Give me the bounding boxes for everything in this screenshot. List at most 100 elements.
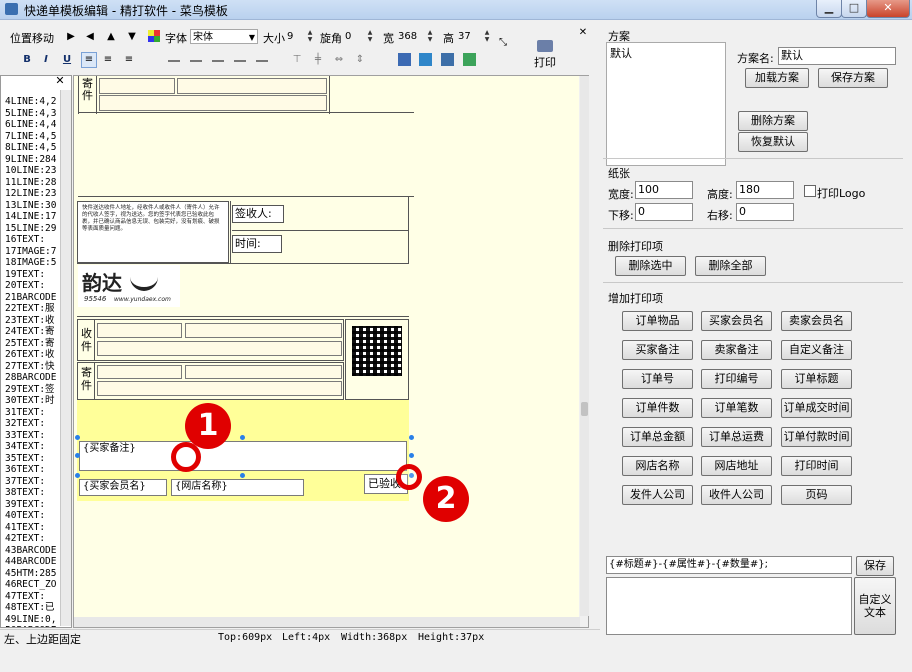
add-item-button[interactable]: 打印时间 <box>781 456 852 476</box>
width-spinner-icon[interactable]: ▲ ▼ <box>426 29 434 44</box>
close-button[interactable]: ✕ <box>866 0 910 18</box>
list-item[interactable]: 10LINE:23 <box>1 165 61 177</box>
resize-handle[interactable] <box>75 435 80 440</box>
line-style-icon[interactable] <box>168 60 180 62</box>
list-item[interactable]: 47TEXT: <box>1 591 61 603</box>
list-item[interactable]: 38TEXT: <box>1 487 61 499</box>
add-item-button[interactable]: 自定义备注 <box>781 340 852 360</box>
list-item[interactable]: 16TEXT: <box>1 234 61 246</box>
list-item[interactable]: 29TEXT:签 <box>1 384 61 396</box>
add-item-button[interactable]: 发件人公司 <box>622 485 693 505</box>
sender-address-field[interactable] <box>99 95 327 111</box>
size-input[interactable]: 9 <box>285 29 305 44</box>
custom-text-area[interactable] <box>606 577 852 635</box>
list-item[interactable]: 37TEXT: <box>1 476 61 488</box>
notice-box[interactable]: 快件送达收件人地址，经收件人或收件人（寄件人）允许的代收人签字，视为送达。您的签… <box>77 201 229 263</box>
list-item[interactable]: 15LINE:29 <box>1 223 61 235</box>
line-style-icon[interactable] <box>190 60 202 62</box>
add-item-button[interactable]: 订单总金额 <box>622 427 693 447</box>
list-item[interactable]: 46RECT_ZO <box>1 579 61 591</box>
close-toolbar-icon[interactable]: ✕ <box>576 26 590 40</box>
add-item-button[interactable]: 订单标题 <box>781 369 852 389</box>
list-item[interactable]: 34TEXT: <box>1 441 61 453</box>
add-item-button[interactable]: 收件人公司 <box>701 485 772 505</box>
resize-handle[interactable] <box>75 473 80 478</box>
arrow-left-icon[interactable]: ◀ <box>83 30 97 44</box>
maximize-button[interactable]: □ <box>841 0 867 18</box>
list-item[interactable]: 25TEXT:寄 <box>1 338 61 350</box>
list-item[interactable]: 30TEXT:时 <box>1 395 61 407</box>
color-grid-icon[interactable] <box>148 30 160 42</box>
add-item-button[interactable]: 页码 <box>781 485 852 505</box>
list-item[interactable]: 26TEXT:收 <box>1 349 61 361</box>
sender2-name-field[interactable] <box>97 365 182 379</box>
list-item[interactable]: 45HTM:285 <box>1 568 61 580</box>
sender-name-field[interactable] <box>99 78 175 94</box>
add-item-button[interactable]: 订单成交时间 <box>781 398 852 418</box>
add-item-button[interactable]: 买家会员名 <box>701 311 772 331</box>
sender-label[interactable]: 寄件 <box>79 78 96 112</box>
minimize-button[interactable]: ▁ <box>816 0 842 18</box>
resize-handle[interactable] <box>240 473 245 478</box>
align-top-icon[interactable]: ⊤ <box>290 53 304 67</box>
add-item-button[interactable]: 网店名称 <box>622 456 693 476</box>
add-item-button[interactable]: 买家备注 <box>622 340 693 360</box>
list-item[interactable]: 24TEXT:寄 <box>1 326 61 338</box>
align-right-icon[interactable]: ≡ <box>122 53 136 67</box>
list-item[interactable]: 21BARCODE <box>1 292 61 304</box>
add-item-button[interactable]: 订单总运费 <box>701 427 772 447</box>
list-item[interactable]: 20TEXT: <box>1 280 61 292</box>
rotate-input[interactable]: 0 <box>343 29 363 44</box>
printer-icon[interactable] <box>537 40 553 52</box>
resize-icon[interactable]: ⤡ <box>496 36 510 50</box>
same-width-icon[interactable]: ⇔ <box>332 53 346 67</box>
list-item[interactable]: 48TEXT:已 <box>1 602 61 614</box>
book-icon[interactable] <box>463 53 476 66</box>
list-item[interactable]: 19TEXT: <box>1 269 61 281</box>
list-item[interactable]: 7LINE:4,5 <box>1 131 61 143</box>
resize-handle[interactable] <box>240 435 245 440</box>
same-height-icon[interactable]: ⇕ <box>353 53 367 67</box>
list-item[interactable]: 43BARCODE <box>1 545 61 557</box>
list-item[interactable]: 13LINE:30 <box>1 200 61 212</box>
list-item[interactable]: 50BARCODE <box>1 625 61 627</box>
font-select[interactable]: 宋体 ▼ <box>190 29 258 44</box>
height-input[interactable]: 37 <box>456 29 478 44</box>
list-item[interactable]: 11LINE:28 <box>1 177 61 189</box>
width-input[interactable]: 368 <box>396 29 422 44</box>
copy-icon[interactable] <box>398 53 411 66</box>
arrow-up-icon[interactable]: ▲ <box>104 30 118 44</box>
list-item[interactable]: 6LINE:4,4 <box>1 119 61 131</box>
list-item[interactable]: 27TEXT:快 <box>1 361 61 373</box>
line-style-icon[interactable] <box>234 60 246 62</box>
list-item[interactable]: 31TEXT: <box>1 407 61 419</box>
canvas-horizontal-scrollbar[interactable] <box>74 617 580 627</box>
template-line-input[interactable]: {#标题#}-{#属性#}-{#数量#}; <box>606 556 852 574</box>
canvas-vertical-scrollbar[interactable] <box>580 76 589 616</box>
add-item-button[interactable]: 订单付款时间 <box>781 427 852 447</box>
yunda-logo[interactable]: 韵达 95546 www.yundaex.com <box>78 265 180 307</box>
add-item-button[interactable]: 卖家备注 <box>701 340 772 360</box>
list-scrollbar[interactable] <box>60 90 71 626</box>
receiver-phone-field[interactable] <box>185 323 342 338</box>
add-item-button[interactable]: 订单号 <box>622 369 693 389</box>
sender2-phone-field[interactable] <box>185 365 342 379</box>
template-save-button[interactable]: 保存 <box>856 556 894 576</box>
resize-handle[interactable] <box>409 435 414 440</box>
list-item[interactable]: 28BARCODE <box>1 372 61 384</box>
add-item-button[interactable]: 订单物品 <box>622 311 693 331</box>
add-item-button[interactable]: 卖家会员名 <box>781 311 852 331</box>
rotate-spinner-icon[interactable]: ▲ ▼ <box>366 29 374 44</box>
line-style-icon[interactable] <box>256 60 268 62</box>
list-item[interactable]: 5LINE:4,3 <box>1 108 61 120</box>
line-style-icon[interactable] <box>212 60 224 62</box>
list-item[interactable]: 9LINE:284 <box>1 154 61 166</box>
scroll-thumb[interactable] <box>581 402 588 416</box>
list-item[interactable]: 22TEXT:服 <box>1 303 61 315</box>
sender-phone-field[interactable] <box>177 78 327 94</box>
underline-button[interactable]: U <box>60 53 74 67</box>
size-spinner-icon[interactable]: ▲ ▼ <box>306 29 314 44</box>
align-left-icon[interactable]: ≡ <box>81 52 97 68</box>
add-item-button[interactable]: 订单件数 <box>622 398 693 418</box>
list-item[interactable]: 23TEXT:收 <box>1 315 61 327</box>
